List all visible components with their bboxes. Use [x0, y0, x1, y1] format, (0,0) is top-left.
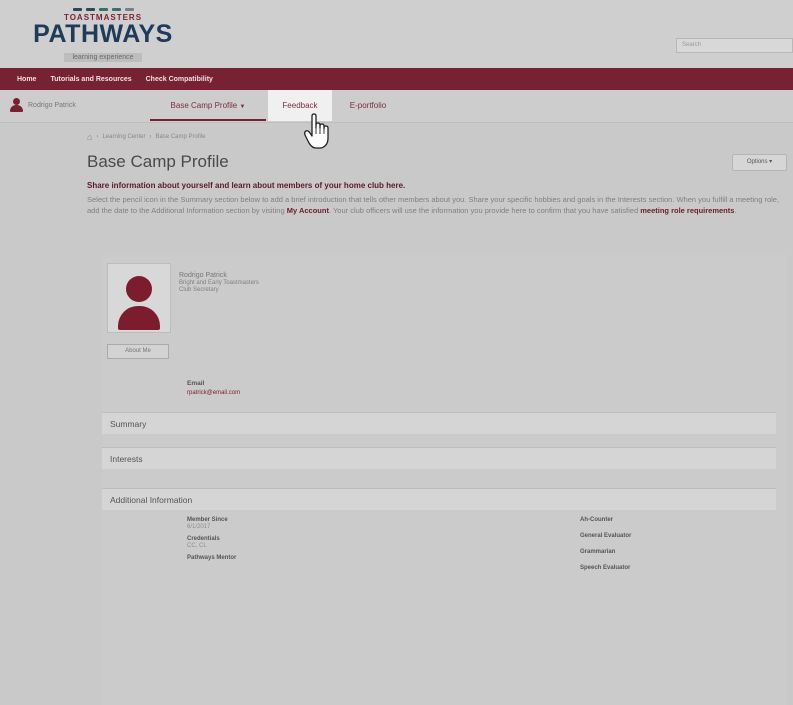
main-content: ⌂ › Learning Center › Base Camp Profile … [87, 132, 787, 705]
intro-text-part: . [734, 206, 737, 215]
profile-info: Rodrigo Patrick Bright and Early Toastma… [179, 272, 259, 295]
user-name: Rodrigo Patrick [28, 101, 76, 109]
profile-club: Bright and Early Toastmasters [179, 279, 259, 286]
intro-text-part: . Your club officers will use the inform… [328, 206, 641, 215]
interests-section-header[interactable]: Interests [102, 447, 776, 469]
pathways-logo[interactable]: TOASTMASTERS PATHWAYS learning experienc… [28, 8, 178, 66]
nav-home[interactable]: Home [17, 76, 36, 83]
additional-info-section-header[interactable]: Additional Information [102, 488, 776, 510]
avatar [107, 263, 171, 333]
page-title: Base Camp Profile [87, 152, 229, 171]
meeting-role-requirements-link[interactable]: meeting role requirements [640, 206, 734, 215]
tab-base-camp-profile[interactable]: Base Camp Profile ▼ [150, 90, 266, 121]
credentials-label: Credentials [187, 536, 220, 542]
profile-card: About Me Rodrigo Patrick Bright and Earl… [102, 255, 787, 705]
intro-heading: Share information about yourself and lea… [87, 181, 406, 190]
about-me-button[interactable]: About Me [107, 344, 169, 359]
options-button[interactable]: Options ▾ [732, 154, 787, 171]
nav-check-compatibility[interactable]: Check Compatibility [146, 76, 213, 83]
main-nav: Home Tutorials and Resources Check Compa… [0, 68, 793, 90]
pathways-mentor-label: Pathways Mentor [187, 555, 237, 561]
logo-tagline: learning experience [64, 53, 142, 62]
home-icon[interactable]: ⌂ [87, 132, 92, 142]
breadcrumb-learning-center[interactable]: Learning Center [102, 134, 145, 140]
summary-section-header[interactable]: Summary [102, 412, 776, 434]
tab-e-portfolio-label: E-portfolio [349, 101, 387, 110]
role-ah-counter: Ah-Counter [580, 517, 613, 523]
role-general-evaluator: General Evaluator [580, 533, 632, 539]
email-label: Email [187, 380, 205, 387]
site-header: TOASTMASTERS PATHWAYS learning experienc… [0, 0, 793, 68]
tab-feedback-label: Feedback [282, 101, 318, 110]
search-input[interactable]: Search [676, 38, 793, 53]
credentials-value: CC, CL [187, 543, 207, 549]
chevron-down-icon: ▼ [239, 104, 246, 110]
tab-base-camp-profile-label: Base Camp Profile [170, 101, 238, 110]
member-since-value: 6/1/2017 [187, 524, 211, 530]
logo-color-bars [28, 8, 178, 11]
user-icon [10, 98, 23, 112]
breadcrumb-separator: › [149, 134, 152, 140]
profile-subnav: Rodrigo Patrick Base Camp Profile ▼ Feed… [0, 90, 793, 123]
email-link[interactable]: rpatrick@email.com [187, 390, 240, 396]
breadcrumb-current: Base Camp Profile [155, 134, 206, 140]
intro-paragraph: Select the pencil icon in the Summary se… [87, 194, 787, 216]
role-speech-evaluator: Speech Evaluator [580, 565, 631, 571]
profile-name: Rodrigo Patrick [179, 272, 227, 279]
additional-info-right: Ah-Counter General Evaluator Grammarian … [580, 517, 631, 581]
member-since-label: Member Since [187, 517, 228, 523]
breadcrumb: ⌂ › Learning Center › Base Camp Profile [87, 132, 787, 142]
profile-role: Club Secretary [179, 287, 219, 293]
user-menu[interactable]: Rodrigo Patrick [10, 98, 76, 112]
tab-e-portfolio[interactable]: E-portfolio [337, 90, 399, 121]
role-grammarian: Grammarian [580, 549, 616, 555]
nav-tutorials[interactable]: Tutorials and Resources [50, 76, 131, 83]
additional-info-left: Member Since 6/1/2017 Credentials CC, CL… [187, 517, 236, 562]
logo-brand: PATHWAYS [33, 20, 173, 48]
my-account-link[interactable]: My Account [287, 206, 329, 215]
breadcrumb-separator: › [96, 134, 99, 140]
